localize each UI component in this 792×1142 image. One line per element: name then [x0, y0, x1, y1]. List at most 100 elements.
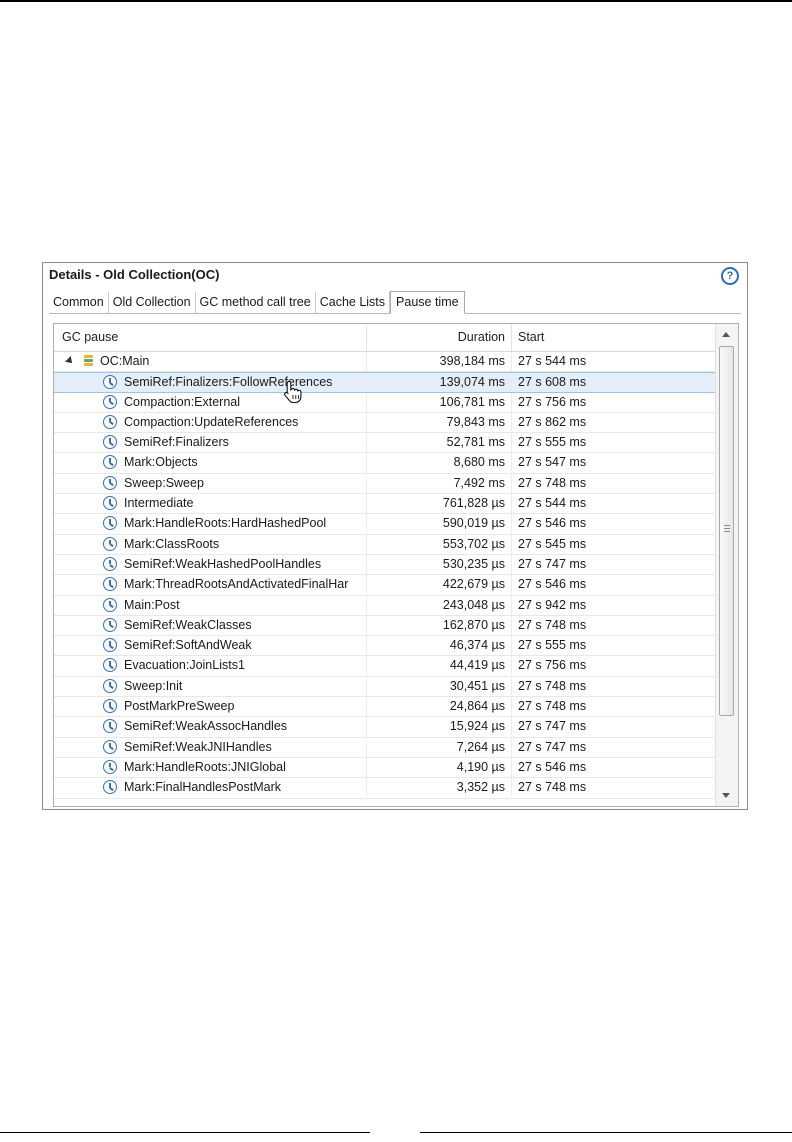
- row-label: OC:Main: [100, 354, 150, 368]
- row-duration: 44,419 µs: [367, 656, 512, 676]
- table-row[interactable]: SemiRef:Finalizers:FollowReferences 139,0…: [54, 372, 716, 393]
- clock-icon: [103, 475, 117, 490]
- row-label: Compaction:UpdateReferences: [124, 414, 299, 429]
- table-row[interactable]: Intermediate 761,828 µs 27 s 544 ms: [54, 494, 716, 515]
- row-name-cell: Compaction:UpdateReferences: [54, 412, 367, 432]
- pause-time-table: GC pause Duration Start OC:Main 398,184 …: [53, 323, 739, 807]
- tab-common[interactable]: Common: [49, 292, 109, 313]
- row-duration: 8,680 ms: [367, 453, 512, 473]
- row-start: 27 s 546 ms: [518, 577, 587, 592]
- scroll-up-arrow-icon[interactable]: [722, 332, 730, 337]
- tab-old-collection[interactable]: Old Collection: [108, 292, 196, 313]
- clock-icon: [103, 577, 117, 592]
- table-row[interactable]: Evacuation:JoinLists1 44,419 µs 27 s 756 m…: [54, 656, 716, 677]
- row-duration: 79,843 ms: [367, 412, 512, 432]
- row-label: Main:Post: [124, 597, 180, 612]
- footer-rule-right: [420, 1132, 792, 1133]
- tab-gc-method-call-tree[interactable]: GC method call tree: [195, 292, 316, 313]
- row-name-cell: SemiRef:WeakAssocHandles: [54, 717, 367, 737]
- collapse-triangle-icon[interactable]: [65, 356, 75, 366]
- row-name-cell: SemiRef:WeakHashedPoolHandles: [54, 554, 367, 574]
- table-row[interactable]: SemiRef:WeakJNIHandles 7,264 µs 27 s 747 m…: [54, 737, 716, 758]
- row-duration: 52,781 ms: [367, 433, 512, 453]
- clock-icon: [103, 739, 117, 754]
- row-duration: 106,781 ms: [367, 392, 512, 412]
- clock-icon: [103, 414, 117, 429]
- row-label: SemiRef:Finalizers: [124, 435, 229, 450]
- table-row[interactable]: Mark:HandleRoots:JNIGlobal 4,190 µs 27 s 5…: [54, 757, 716, 779]
- clock-icon: [103, 496, 117, 511]
- row-name-cell: Mark:HandleRoots:JNIGlobal: [54, 757, 367, 777]
- row-label: Sweep:Sweep: [124, 475, 204, 490]
- row-name-cell: SemiRef:WeakClasses: [54, 615, 367, 635]
- row-name-cell: SemiRef:Finalizers: [54, 433, 367, 453]
- clock-icon: [103, 617, 117, 632]
- row-name-cell: Main:Post: [54, 595, 367, 615]
- row-label: Mark:HandleRoots:HardHashedPool: [124, 516, 327, 531]
- table-row[interactable]: Mark:HandleRoots:HardHashedPool 590,019 µ…: [54, 514, 716, 535]
- row-name-cell: Mark:ThreadRootsAndActivatedFinalHar: [54, 575, 367, 595]
- row-label: Sweep:Init: [124, 678, 183, 693]
- row-duration: 530,235 µs: [367, 554, 512, 574]
- row-label: Compaction:External: [124, 394, 241, 409]
- clock-icon: [103, 780, 117, 795]
- table-row[interactable]: Sweep:Init 30,451 µs 27 s 748 ms: [54, 676, 716, 698]
- row-start: 27 s 544 ms: [518, 496, 587, 511]
- row-name-cell: Mark:FinalHandlesPostMark: [54, 778, 367, 798]
- row-duration: 422,679 µs: [367, 575, 512, 595]
- row-name-cell: SemiRef:Finalizers:FollowReferences: [54, 373, 367, 393]
- row-start: 27 s 748 ms: [518, 780, 587, 795]
- table-row[interactable]: Compaction:External 106,781 ms 27 s 756 ms: [54, 392, 716, 413]
- row-duration: 590,019 µs: [367, 514, 512, 534]
- table-row-root[interactable]: OC:Main 398,184 ms 27 s 544 ms: [54, 352, 716, 373]
- column-header-duration[interactable]: Duration: [367, 324, 512, 351]
- table-row[interactable]: SemiRef:WeakHashedPoolHandles 530,235 µs 2…: [54, 554, 716, 576]
- row-duration: 7,492 ms: [367, 473, 512, 493]
- row-label: SemiRef:WeakClasses: [124, 617, 252, 632]
- row-duration: 24,864 µs: [367, 697, 512, 717]
- help-icon[interactable]: ?: [721, 267, 739, 285]
- table-row[interactable]: Main:Post 243,048 µs 27 s 942 ms: [54, 595, 716, 616]
- scroll-down-arrow-icon[interactable]: [722, 793, 730, 798]
- vertical-scrollbar[interactable]: [715, 324, 738, 806]
- table-row[interactable]: SemiRef:Finalizers 52,781 ms 27 s 555 ms: [54, 433, 716, 454]
- row-start: 27 s 546 ms: [518, 516, 587, 531]
- row-label: Evacuation:JoinLists1: [124, 658, 245, 673]
- tab-pause-time[interactable]: Pause time: [390, 291, 465, 314]
- row-name-cell: Mark:HandleRoots:HardHashedPool: [54, 514, 367, 534]
- table-row[interactable]: Mark:FinalHandlesPostMark 3,352 µs 27 s 74…: [54, 778, 716, 799]
- scrollbar-thumb[interactable]: [719, 346, 734, 716]
- row-name-cell: Sweep:Init: [54, 676, 367, 696]
- row-label: SemiRef:SoftAndWeak: [124, 638, 252, 653]
- clock-icon: [103, 516, 117, 531]
- row-start: 27 s 756 ms: [518, 658, 587, 673]
- tab-cache-lists[interactable]: Cache Lists: [315, 292, 391, 313]
- table-row[interactable]: SemiRef:WeakClasses 162,870 µs 27 s 748 ms: [54, 615, 716, 637]
- row-duration: 139,074 ms: [367, 373, 512, 393]
- table-row[interactable]: PostMarkPreSweep 24,864 µs 27 s 748 ms: [54, 697, 716, 718]
- row-duration: 4,190 µs: [367, 757, 512, 777]
- table-row[interactable]: Compaction:UpdateReferences 79,843 ms 27 s…: [54, 412, 716, 434]
- clock-icon: [103, 536, 117, 551]
- column-header-gc-pause[interactable]: GC pause: [54, 324, 367, 351]
- row-name-cell: Evacuation:JoinLists1: [54, 656, 367, 676]
- row-label: Mark:ThreadRootsAndActivatedFinalHar: [124, 577, 349, 592]
- row-label: Mark:FinalHandlesPostMark: [124, 780, 281, 795]
- table-row[interactable]: SemiRef:WeakAssocHandles 15,924 µs 27 s 74…: [54, 717, 716, 738]
- row-start: 27 s 544 ms: [518, 354, 587, 368]
- details-panel: Details - Old Collection(OC) ? Common Ol…: [42, 262, 748, 810]
- row-start: 27 s 748 ms: [518, 699, 587, 714]
- table-row[interactable]: Mark:ClassRoots 553,702 µs 27 s 545 ms: [54, 534, 716, 555]
- table-row[interactable]: Mark:Objects 8,680 ms 27 s 547 ms: [54, 453, 716, 474]
- row-name-cell: OC:Main: [54, 352, 367, 371]
- table-row[interactable]: SemiRef:SoftAndWeak 46,374 µs 27 s 555 ms: [54, 636, 716, 657]
- table-row[interactable]: Mark:ThreadRootsAndActivatedFinalHar 422,…: [54, 575, 716, 596]
- row-name-cell: SemiRef:SoftAndWeak: [54, 636, 367, 656]
- table-row[interactable]: Sweep:Sweep 7,492 ms 27 s 748 ms: [54, 473, 716, 495]
- column-header-start[interactable]: Start: [512, 324, 716, 351]
- row-start: 27 s 748 ms: [518, 678, 587, 693]
- table-header: GC pause Duration Start: [54, 324, 716, 352]
- row-name-cell: PostMarkPreSweep: [54, 697, 367, 717]
- row-duration: 398,184 ms: [367, 352, 512, 371]
- row-label: SemiRef:WeakHashedPoolHandles: [124, 556, 322, 571]
